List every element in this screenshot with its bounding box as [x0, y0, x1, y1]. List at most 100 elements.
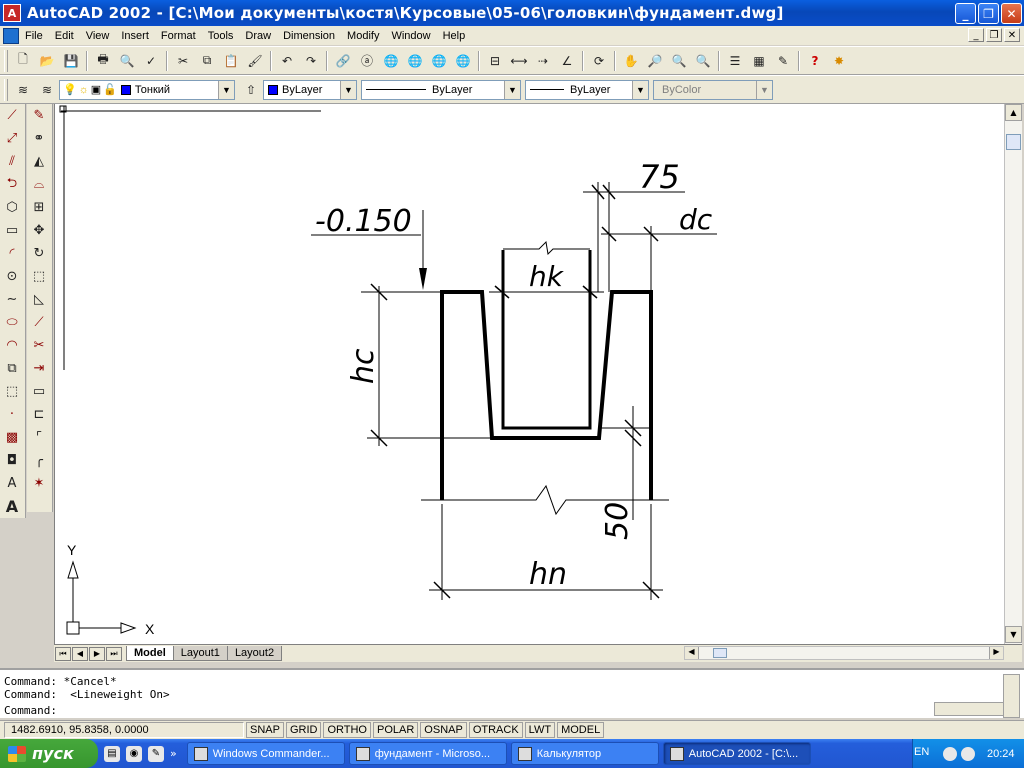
- region-icon[interactable]: ◘: [0, 449, 24, 472]
- tool-icon[interactable]: ✎: [773, 51, 793, 71]
- tab-next-button[interactable]: ▶: [89, 646, 105, 661]
- maximize-button[interactable]: ❐: [978, 3, 999, 24]
- minimize-button[interactable]: _: [955, 3, 976, 24]
- chamfer-icon[interactable]: ⌜: [27, 426, 51, 449]
- polar-toggle[interactable]: POLAR: [373, 722, 419, 738]
- print-preview-icon[interactable]: 🔍: [117, 51, 137, 71]
- task-calculator[interactable]: Калькулятор: [510, 742, 659, 765]
- doc-restore-button[interactable]: ❐: [986, 28, 1002, 42]
- menu-draw[interactable]: Draw: [239, 30, 277, 42]
- dim-aligned-icon[interactable]: ⟷: [509, 51, 529, 71]
- menu-format[interactable]: Format: [155, 30, 202, 42]
- paste-icon[interactable]: 📋: [221, 51, 241, 71]
- globe-4-icon[interactable]: 🌐: [453, 51, 473, 71]
- point-icon[interactable]: ·: [0, 403, 24, 426]
- tab-prev-button[interactable]: ◀: [72, 646, 88, 661]
- copy-object-icon[interactable]: ⚭: [27, 127, 51, 150]
- hscroll-thumb[interactable]: [713, 648, 727, 658]
- dim-linear-icon[interactable]: ⊟: [485, 51, 505, 71]
- multiline-icon[interactable]: ⫽: [0, 150, 24, 173]
- scroll-right-button[interactable]: ▶: [989, 647, 1003, 659]
- cut-icon[interactable]: ✂: [173, 51, 193, 71]
- spell-check-icon[interactable]: ✓: [141, 51, 161, 71]
- lineweight-dropdown[interactable]: ByLayer ▼: [525, 79, 649, 100]
- zoom-realtime-icon[interactable]: 🔎: [645, 51, 665, 71]
- scroll-down-button[interactable]: ▼: [1005, 626, 1022, 643]
- ellipse-arc-icon[interactable]: ◠: [0, 334, 24, 357]
- autocad-app-icon[interactable]: A: [3, 4, 21, 22]
- layer-previous-icon[interactable]: ≋: [37, 80, 57, 100]
- doc-minimize-button[interactable]: _: [968, 28, 984, 42]
- dim-continue-icon[interactable]: ⇢: [533, 51, 553, 71]
- regen-icon[interactable]: ⟳: [589, 51, 609, 71]
- snap-toggle[interactable]: SNAP: [246, 722, 284, 738]
- text-icon[interactable]: A: [0, 495, 24, 518]
- horizontal-scrollbar[interactable]: ◀ ▶: [684, 646, 1004, 660]
- make-current-layer-icon[interactable]: ⇧: [241, 80, 261, 100]
- chevron-down-icon[interactable]: ▼: [632, 80, 648, 99]
- make-block-icon[interactable]: ⬚: [0, 380, 24, 403]
- layer-manager-icon[interactable]: ≋: [13, 80, 33, 100]
- tab-layout2[interactable]: Layout2: [226, 646, 283, 661]
- mirror-icon[interactable]: ◭: [27, 150, 51, 173]
- task-autocad[interactable]: AutoCAD 2002 - [C:\...: [662, 742, 811, 765]
- command-prompt[interactable]: Command:: [4, 704, 57, 717]
- globe-icon[interactable]: 🌐: [381, 51, 401, 71]
- osnap-toggle[interactable]: OSNAP: [420, 722, 467, 738]
- model-toggle[interactable]: MODEL: [557, 722, 605, 738]
- hatch-icon[interactable]: ▩: [0, 426, 24, 449]
- new-icon[interactable]: 🗋: [13, 51, 33, 71]
- tab-layout1[interactable]: Layout1: [172, 646, 228, 661]
- pan-icon[interactable]: ✋: [621, 51, 641, 71]
- document-icon[interactable]: [3, 27, 19, 44]
- copy-icon[interactable]: ⧉: [197, 51, 217, 71]
- design-center-icon[interactable]: ▦: [749, 51, 769, 71]
- zoom-previous-icon[interactable]: 🔍: [693, 51, 713, 71]
- color-dropdown[interactable]: ByLayer ▼: [263, 79, 357, 100]
- language-indicator[interactable]: EN: [914, 746, 929, 758]
- chevron-down-icon[interactable]: ▼: [218, 80, 234, 99]
- print-icon[interactable]: 🖶: [93, 51, 113, 71]
- polyline-icon[interactable]: ⮌: [0, 173, 24, 196]
- tab-model[interactable]: Model: [126, 646, 174, 661]
- stretch-icon[interactable]: ◺: [27, 288, 51, 311]
- match-properties-icon[interactable]: 🖌: [245, 51, 265, 71]
- tab-first-button[interactable]: ⏮: [55, 646, 71, 661]
- menu-view[interactable]: View: [80, 30, 116, 42]
- tab-last-button[interactable]: ⏭: [106, 646, 122, 661]
- quicklaunch-media-icon[interactable]: ◉: [126, 745, 142, 762]
- break-at-point-icon[interactable]: ⊏: [27, 403, 51, 426]
- scale-icon[interactable]: ⬚: [27, 265, 51, 288]
- extra-tool-icon[interactable]: ✸: [829, 51, 849, 71]
- menu-dimension[interactable]: Dimension: [277, 30, 341, 42]
- tray-app-icon[interactable]: [961, 746, 975, 761]
- chevron-down-icon[interactable]: ▼: [340, 80, 356, 99]
- menu-tools[interactable]: Tools: [202, 30, 240, 42]
- polygon-icon[interactable]: ⬡: [0, 196, 24, 219]
- mtext-icon[interactable]: A: [0, 472, 24, 495]
- extend-icon[interactable]: ⇥: [27, 357, 51, 380]
- globe-3-icon[interactable]: 🌐: [429, 51, 449, 71]
- scroll-up-button[interactable]: ▲: [1005, 104, 1022, 121]
- array-icon[interactable]: ⊞: [27, 196, 51, 219]
- redo-icon[interactable]: ↷: [301, 51, 321, 71]
- ortho-toggle[interactable]: ORTHO: [323, 722, 371, 738]
- command-window[interactable]: Command: *Cancel* Command: <Lineweight O…: [0, 668, 1024, 718]
- toolbar-grip-2[interactable]: [4, 78, 8, 101]
- globe-2-icon[interactable]: 🌐: [405, 51, 425, 71]
- erase-icon[interactable]: ✎: [27, 104, 51, 127]
- quicklaunch-app-icon[interactable]: ✎: [148, 745, 164, 762]
- ellipse-icon[interactable]: ⬭: [0, 311, 24, 334]
- menu-insert[interactable]: Insert: [115, 30, 155, 42]
- menu-window[interactable]: Window: [385, 30, 436, 42]
- layer-dropdown[interactable]: 💡 ☼ ▣ 🔓 Тонкий ▼: [59, 79, 235, 100]
- break-icon[interactable]: ▭: [27, 380, 51, 403]
- chevron-down-icon[interactable]: ▼: [504, 80, 520, 99]
- undo-icon[interactable]: ↶: [277, 51, 297, 71]
- grid-toggle[interactable]: GRID: [285, 722, 322, 738]
- save-icon[interactable]: 💾: [61, 51, 81, 71]
- linetype-dropdown[interactable]: ByLayer ▼: [361, 79, 521, 100]
- close-button[interactable]: ✕: [1001, 3, 1022, 24]
- quicklaunch-desktop-icon[interactable]: ▤: [104, 745, 120, 762]
- move-icon[interactable]: ✥: [27, 219, 51, 242]
